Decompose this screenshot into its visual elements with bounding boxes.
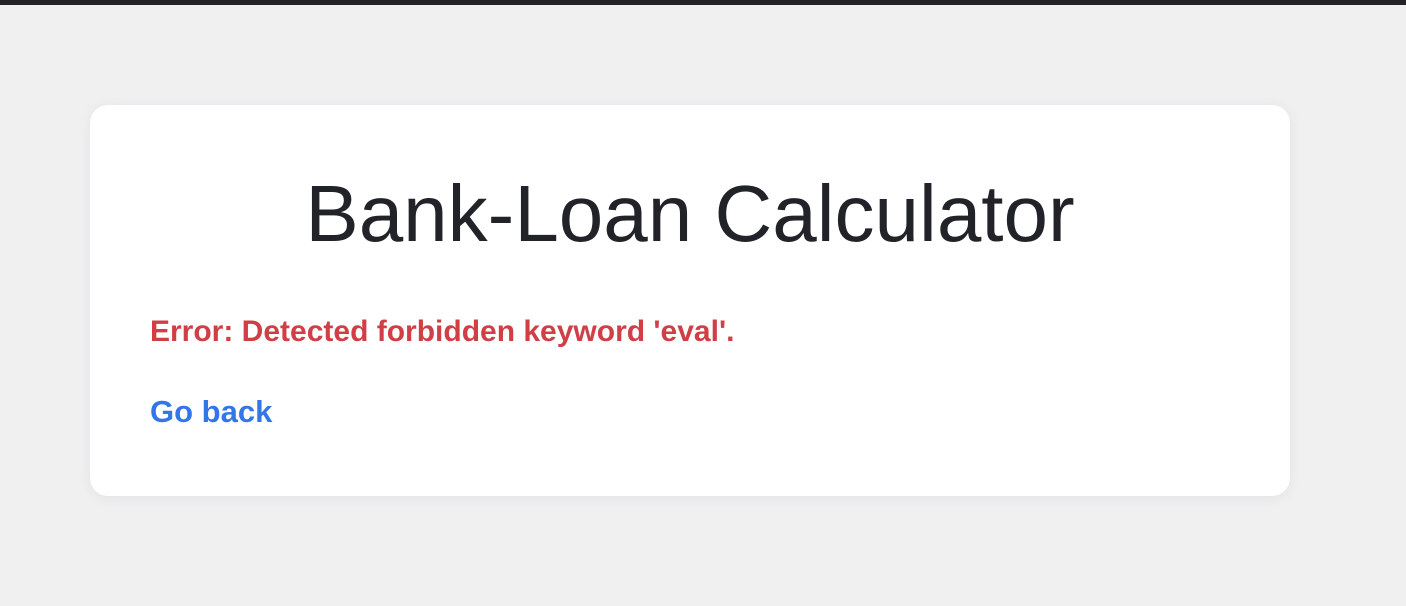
page: { "page": { "title": "Bank-Loan Calculat… [0,0,1406,606]
page-title: Bank-Loan Calculator [305,169,1075,258]
error-message: Error: Detected forbidden keyword 'eval'… [150,315,735,348]
error-card: Bank-Loan Calculator Error: Detected for… [90,105,1290,496]
go-back-link[interactable]: Go back [150,394,272,430]
browser-top-bar [0,0,1406,5]
